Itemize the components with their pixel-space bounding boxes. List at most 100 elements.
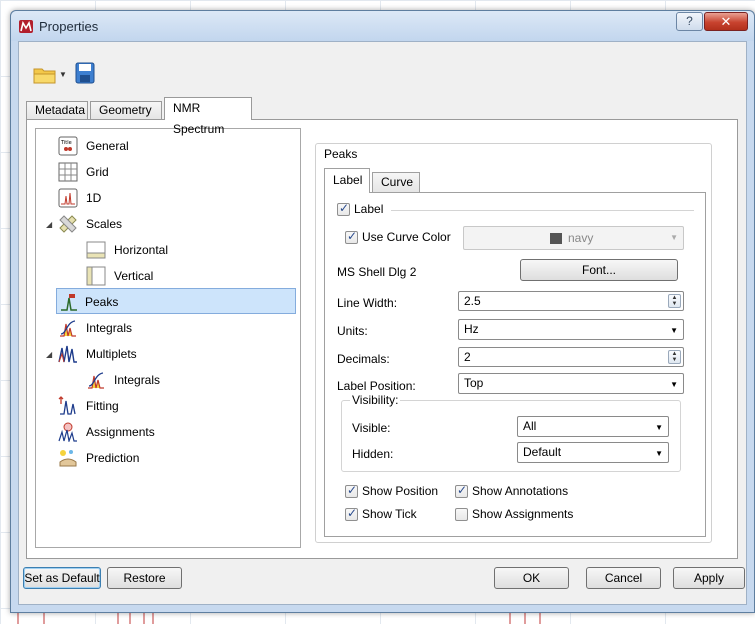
tree-item-assignments[interactable]: Assignments <box>58 419 258 445</box>
tree-item-multiplets[interactable]: Multiplets <box>58 341 258 367</box>
show-tick-label: Show Tick <box>362 507 417 521</box>
show-assignments-label: Show Assignments <box>472 507 574 521</box>
tab-label[interactable]: Label <box>324 168 370 193</box>
integrals-icon <box>60 320 76 337</box>
show-annotations-label: Show Annotations <box>472 484 569 498</box>
close-button[interactable]: ✕ <box>704 12 748 31</box>
tree-item-grid[interactable]: Grid <box>58 159 258 185</box>
visible-select[interactable]: All ▼ <box>517 416 669 437</box>
folder-dropdown-arrow-icon[interactable]: ▼ <box>59 70 67 79</box>
peaks-settings-panel: Peaks Label Curve Label Use Curve Color <box>315 133 715 543</box>
chevron-down-icon: ▼ <box>655 423 663 432</box>
horizontal-scale-icon <box>86 241 106 259</box>
show-position-label: Show Position <box>362 484 439 498</box>
dialog-button-bar: Set as Default Restore OK Cancel Apply <box>19 562 746 602</box>
app-logo-icon <box>19 20 33 33</box>
spin-updown-icon[interactable]: ▲ ▼ <box>668 294 681 308</box>
visibility-title: Visibility: <box>350 393 401 407</box>
integrals-icon <box>88 372 104 389</box>
font-name-label: MS Shell Dlg 2 <box>337 265 417 279</box>
tree-item-scales[interactable]: Scales <box>58 211 258 237</box>
chevron-down-icon: ▼ <box>670 326 678 335</box>
hidden-label: Hidden: <box>352 447 394 461</box>
decimals-spinbox[interactable]: 2 ▲ ▼ <box>458 347 684 367</box>
save-icon[interactable] <box>75 62 95 84</box>
units-value: Hz <box>464 322 479 336</box>
tree-item-fitting[interactable]: Fitting <box>58 393 258 419</box>
multiplets-icon <box>58 345 77 363</box>
title-icon: Title <box>58 136 78 156</box>
decimals-label: Decimals: <box>337 352 390 366</box>
dialog-client-area: ▼ Metadata Geometry NMR Spectrum Title G… <box>18 41 747 605</box>
color-select[interactable]: navy ▼ <box>463 226 684 250</box>
set-as-default-button[interactable]: Set as Default <box>23 567 101 589</box>
tree-item-prediction[interactable]: Prediction <box>58 445 258 471</box>
vertical-scale-icon <box>86 266 106 286</box>
open-folder-icon[interactable] <box>33 66 57 84</box>
line-width-label: Line Width: <box>337 296 398 310</box>
label-checkbox[interactable] <box>337 201 350 216</box>
toolbar: ▼ <box>19 42 746 92</box>
svg-text:Title: Title <box>60 140 72 146</box>
label-checkbox-text: Label <box>354 202 384 216</box>
prediction-icon <box>59 450 77 467</box>
color-value: navy <box>568 231 594 245</box>
fitting-icon <box>58 396 76 415</box>
show-annotations-checkbox[interactable] <box>455 483 468 498</box>
tree-item-horizontal[interactable]: Horizontal <box>86 237 286 263</box>
chevron-down-icon: ▼ <box>670 233 678 242</box>
units-select[interactable]: Hz ▼ <box>458 319 684 340</box>
peaks-group: Peaks Label Curve Label Use Curve Color <box>315 143 712 543</box>
tab-geometry[interactable]: Geometry <box>90 101 162 120</box>
line-width-spinbox[interactable]: 2.5 ▲ ▼ <box>458 291 684 311</box>
window-title: Properties <box>39 19 99 34</box>
label-group-divider <box>391 210 694 211</box>
grid-icon <box>58 162 78 182</box>
use-curve-color-label: Use Curve Color <box>362 230 451 244</box>
peaks-icon <box>61 294 77 311</box>
tree-item-general[interactable]: Title General <box>58 133 258 159</box>
tab-curve[interactable]: Curve <box>372 172 420 192</box>
tab-nmr-spectrum[interactable]: NMR Spectrum <box>164 97 252 136</box>
line-width-value: 2.5 <box>464 294 481 308</box>
restore-button[interactable]: Restore <box>107 567 182 589</box>
units-label: Units: <box>337 324 368 338</box>
help-button[interactable]: ? <box>676 12 703 31</box>
nmr-spectrum-pane: Title General Grid 1D ◢ Scales Horizonta… <box>26 119 738 559</box>
tab-metadata[interactable]: Metadata <box>26 101 88 120</box>
spectrum-1d-icon <box>58 188 78 208</box>
label-position-value: Top <box>464 376 484 390</box>
decimals-value: 2 <box>464 350 471 364</box>
tree-item-1d[interactable]: 1D <box>58 185 258 211</box>
hidden-select[interactable]: Default ▼ <box>517 442 669 463</box>
chevron-down-icon: ▼ <box>655 449 663 458</box>
use-curve-color-checkbox[interactable] <box>345 229 358 244</box>
visible-label: Visible: <box>352 421 391 435</box>
chevron-down-icon: ▼ <box>670 380 678 389</box>
apply-button[interactable]: Apply <box>673 567 745 589</box>
cancel-button[interactable]: Cancel <box>586 567 661 589</box>
title-bar: Properties ? ✕ <box>11 11 754 41</box>
show-assignments-checkbox[interactable] <box>455 508 468 521</box>
tree-item-multiplet-integrals[interactable]: Integrals <box>86 367 286 393</box>
label-tab-pane: Label Use Curve Color navy ▼ MS Shell Dl… <box>324 192 706 537</box>
peaks-group-title: Peaks <box>322 147 360 161</box>
show-tick-checkbox[interactable] <box>345 506 358 521</box>
hidden-value: Default <box>523 445 562 459</box>
expand-multiplets-icon[interactable]: ◢ <box>46 350 52 359</box>
properties-dialog: Properties ? ✕ ▼ Metadata Geometry NMR S… <box>10 10 755 613</box>
label-position-select[interactable]: Top ▼ <box>458 373 684 394</box>
visibility-group: Visibility: Visible: All ▼ Hidden: Defau… <box>341 393 681 472</box>
font-button[interactable]: Font... <box>520 259 678 281</box>
tree-item-integrals[interactable]: Integrals <box>58 315 258 341</box>
tree-item-vertical[interactable]: Vertical <box>86 263 286 289</box>
scales-icon <box>59 215 77 233</box>
assignments-icon <box>58 422 77 442</box>
visible-value: All <box>523 419 537 433</box>
ok-button[interactable]: OK <box>494 567 569 589</box>
show-position-checkbox[interactable] <box>345 483 358 498</box>
label-position-label: Label Position: <box>337 379 416 393</box>
expand-scales-icon[interactable]: ◢ <box>46 220 52 229</box>
tree-item-peaks[interactable]: Peaks <box>56 288 296 314</box>
spin-updown-icon[interactable]: ▲ ▼ <box>668 350 681 364</box>
